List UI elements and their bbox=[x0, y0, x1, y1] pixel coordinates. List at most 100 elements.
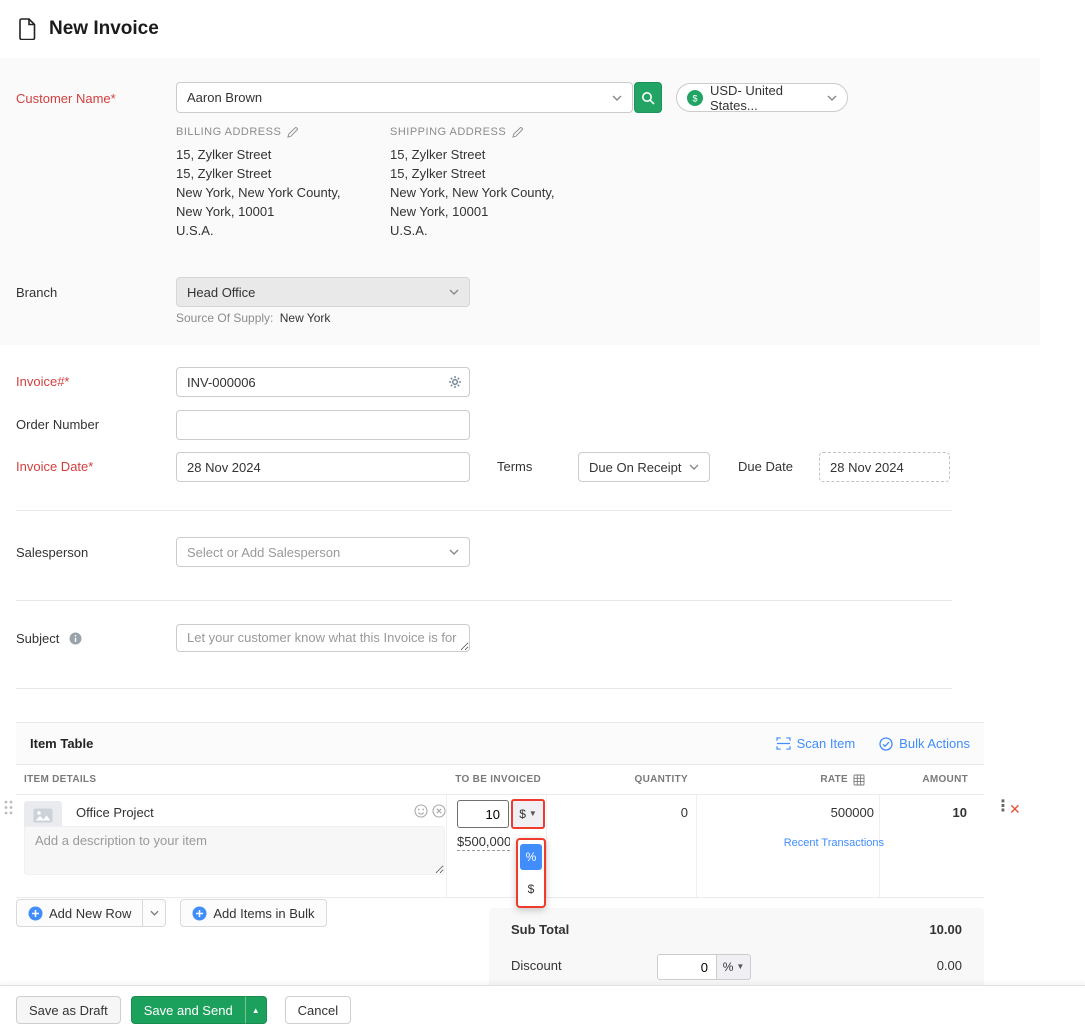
currency-select[interactable]: $ USD- United States... bbox=[676, 83, 848, 112]
order-number-input[interactable] bbox=[176, 410, 470, 440]
add-new-row-label: Add New Row bbox=[49, 906, 131, 921]
add-items-in-bulk-button[interactable]: Add Items in Bulk bbox=[180, 899, 326, 927]
shipping-address-line: New York, 10001 bbox=[390, 202, 600, 221]
bulk-rate-update-icon[interactable] bbox=[853, 774, 865, 786]
invoiced-amount-value[interactable]: $500,000.00 bbox=[457, 834, 510, 851]
chevron-down-icon bbox=[449, 289, 459, 295]
chevron-down-icon bbox=[150, 910, 159, 916]
page-header: New Invoice bbox=[0, 0, 1085, 58]
customer-name-value: Aaron Brown bbox=[187, 90, 262, 105]
to-be-invoiced-input[interactable] bbox=[457, 800, 509, 828]
gear-icon[interactable] bbox=[448, 375, 462, 389]
item-name[interactable]: Office Project bbox=[76, 805, 154, 820]
invoice-number-input[interactable] bbox=[176, 367, 470, 397]
column-to-be-invoiced: TO BE INVOICED bbox=[446, 774, 546, 785]
terms-select[interactable]: Due On Receipt bbox=[578, 452, 710, 482]
sub-total-value: 10.00 bbox=[929, 922, 962, 937]
branch-label: Branch bbox=[16, 285, 57, 300]
save-as-draft-button[interactable]: Save as Draft bbox=[16, 996, 121, 1024]
salesperson-label: Salesperson bbox=[16, 545, 88, 560]
save-and-send-button[interactable]: Save and Send bbox=[131, 996, 245, 1024]
invoice-date-input[interactable] bbox=[176, 452, 470, 482]
currency-value: USD- United States... bbox=[710, 83, 820, 113]
branch-select[interactable]: Head Office bbox=[176, 277, 470, 307]
plus-circle-icon bbox=[28, 906, 43, 921]
edit-shipping-address-icon[interactable] bbox=[512, 127, 523, 138]
caret-up-icon: ▲ bbox=[252, 1006, 260, 1015]
smiley-icon[interactable] bbox=[414, 804, 428, 818]
source-of-supply: Source Of Supply: New York bbox=[176, 311, 330, 325]
order-number-label: Order Number bbox=[16, 417, 99, 432]
rate-value[interactable]: 500000 bbox=[831, 805, 874, 820]
invoice-date-label: Invoice Date* bbox=[16, 459, 93, 474]
delete-row-icon[interactable]: ✕ bbox=[1009, 802, 1021, 816]
drag-handle-icon[interactable] bbox=[4, 800, 13, 815]
source-of-supply-label: Source Of Supply: bbox=[176, 311, 273, 325]
clear-item-icon[interactable] bbox=[432, 804, 446, 818]
invoice-document-icon bbox=[18, 18, 37, 40]
discount-label: Discount bbox=[511, 958, 562, 973]
subject-label: Subject bbox=[16, 631, 82, 646]
edit-billing-address-icon[interactable] bbox=[287, 127, 298, 138]
divider bbox=[696, 795, 697, 897]
add-new-row-button[interactable]: Add New Row bbox=[16, 899, 143, 927]
image-icon bbox=[33, 808, 53, 823]
billing-address-heading: BILLING ADDRESS bbox=[176, 126, 281, 138]
divider bbox=[546, 795, 547, 897]
column-item-details: ITEM DETAILS bbox=[16, 774, 446, 785]
billing-address-line: 15, Zylker Street bbox=[176, 145, 386, 164]
bulk-actions-button[interactable]: Bulk Actions bbox=[879, 736, 970, 751]
chevron-down-icon bbox=[449, 549, 459, 555]
discount-amount-value: 0.00 bbox=[937, 958, 962, 973]
shipping-address: SHIPPING ADDRESS 15, Zylker Street 15, Z… bbox=[390, 126, 600, 240]
divider bbox=[16, 510, 952, 511]
quantity-value[interactable]: 0 bbox=[681, 805, 688, 820]
currency-icon: $ bbox=[687, 90, 703, 106]
customer-section: Customer Name* Aaron Brown $ USD- United… bbox=[0, 58, 1040, 345]
amount-value: 10 bbox=[953, 805, 967, 820]
add-row-bar: Add New Row Add Items in Bulk bbox=[16, 899, 327, 927]
caret-down-icon: ▼ bbox=[529, 810, 537, 818]
item-table-title: Item Table bbox=[30, 736, 93, 751]
cancel-button[interactable]: Cancel bbox=[285, 996, 351, 1024]
chevron-down-icon bbox=[827, 95, 837, 101]
discount-unit-button[interactable]: % ▼ bbox=[717, 954, 751, 980]
salesperson-select[interactable]: Select or Add Salesperson bbox=[176, 537, 470, 567]
invoice-date-field bbox=[176, 452, 470, 482]
customer-search-button[interactable] bbox=[634, 82, 662, 113]
customer-name-select[interactable]: Aaron Brown bbox=[176, 82, 633, 113]
unit-select-button[interactable]: $ ▼ bbox=[511, 799, 545, 829]
divider bbox=[446, 795, 447, 897]
subject-textarea[interactable] bbox=[176, 624, 470, 652]
unit-dropdown-menu: % $ bbox=[516, 838, 546, 908]
billing-address-line: New York, 10001 bbox=[176, 202, 386, 221]
divider bbox=[16, 688, 952, 689]
shipping-address-line: New York, New York County, bbox=[390, 183, 600, 202]
chevron-down-icon bbox=[612, 95, 622, 101]
column-amount: AMOUNT bbox=[879, 774, 984, 785]
unit-option-percent[interactable]: % bbox=[520, 844, 542, 870]
item-table-header: Item Table Scan Item Bulk Actions bbox=[16, 722, 984, 765]
recent-transactions-link[interactable]: Recent Transactions bbox=[784, 837, 884, 849]
add-items-in-bulk-label: Add Items in Bulk bbox=[213, 906, 314, 921]
terms-value: Due On Receipt bbox=[589, 460, 682, 475]
add-new-row-dropdown-button[interactable] bbox=[142, 899, 166, 927]
discount-input[interactable] bbox=[657, 954, 717, 980]
unit-option-dollar[interactable]: $ bbox=[520, 876, 542, 902]
chevron-down-icon bbox=[689, 464, 699, 470]
info-icon[interactable] bbox=[69, 632, 82, 645]
item-description-textarea[interactable] bbox=[24, 826, 445, 875]
billing-address-line: U.S.A. bbox=[176, 221, 386, 240]
item-table-column-headers: ITEM DETAILS TO BE INVOICED QUANTITY RAT… bbox=[16, 765, 984, 795]
invoice-number-field bbox=[176, 367, 470, 397]
scan-item-button[interactable]: Scan Item bbox=[776, 736, 856, 751]
terms-label: Terms bbox=[497, 459, 532, 474]
due-date-input[interactable] bbox=[819, 452, 950, 482]
shipping-address-heading: SHIPPING ADDRESS bbox=[390, 126, 506, 138]
save-and-send-dropdown-button[interactable]: ▲ bbox=[245, 996, 267, 1024]
order-number-field bbox=[176, 410, 470, 440]
scan-icon bbox=[776, 737, 791, 750]
customer-name-label: Customer Name* bbox=[16, 91, 116, 106]
column-rate: RATE bbox=[696, 774, 879, 786]
discount-unit-value: % bbox=[723, 960, 734, 974]
